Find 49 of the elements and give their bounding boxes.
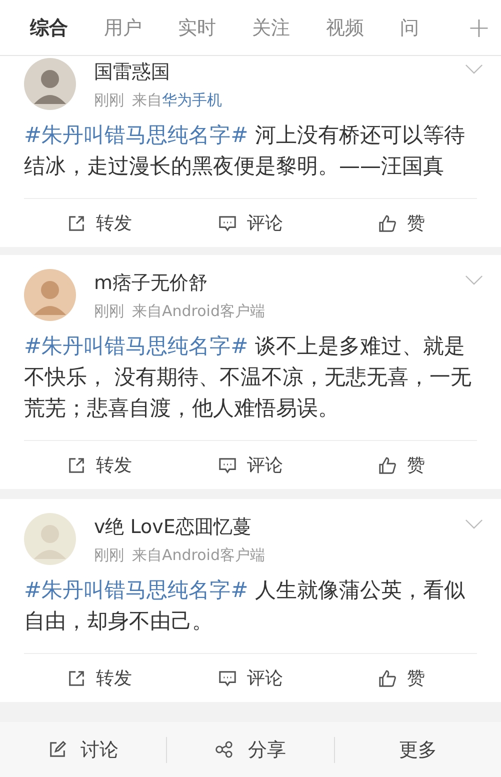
post-time: 刚刚 [94,546,124,564]
post-action-button[interactable]: 转发 [24,211,175,235]
source-text: Android客户端 [162,546,265,564]
bottom-bar-button[interactable]: 讨论 [0,736,166,762]
thumbs-up-icon [378,456,397,474]
post-text: #朱丹叫错马思纯名字# 人生就像蒲公英，看似自由，却身不由己。 [24,577,466,635]
user-name[interactable]: m痞子无价舒 [94,270,489,296]
source-label: 来自 [132,302,162,320]
share-icon [67,456,86,474]
post-action-button[interactable]: 评论 [175,453,326,477]
search-tab[interactable]: 问 [400,6,419,48]
share-icon [67,214,86,232]
post-text: #朱丹叫错马思纯名字# 谈不上是多难过、就是不快乐， 没有期待、不温不凉，无悲无喜，一无荒芜；悲喜自渡，他人难悟易误。 [24,333,473,422]
edit-icon [48,740,67,759]
chevron-down-icon[interactable] [465,64,483,75]
search-tab[interactable]: 综合 [30,6,68,48]
source-text: Android客户端 [162,302,265,320]
source-label: 来自 [132,90,162,110]
post-action-button[interactable]: 赞 [326,211,477,235]
user-name[interactable]: 国雷惑国 [94,58,489,84]
thumbs-up-icon [378,668,397,688]
post-action-button[interactable]: 转发 [24,453,175,477]
avatar[interactable] [24,269,76,321]
search-tab[interactable]: 视频 [326,6,364,48]
post-action-button[interactable]: 转发 [24,666,175,690]
comment-icon [218,668,237,688]
post-action-button[interactable]: 赞 [326,666,477,690]
post-action-button[interactable]: 评论 [175,666,326,690]
search-tab[interactable]: 关注 [252,6,290,48]
share-nodes-icon [214,740,234,759]
post-time: 刚刚 [94,302,124,320]
search-tab[interactable]: 用户 [104,6,142,48]
share-icon [67,668,86,688]
bottom-bar-button[interactable]: 分享 [167,736,334,762]
chevron-down-icon[interactable] [465,519,483,530]
bottom-bar-button[interactable]: 更多 [334,736,501,762]
source-label: 来自 [132,546,162,564]
post-time: 刚刚 [94,90,124,110]
chevron-down-icon[interactable] [465,275,483,286]
thumbs-up-icon [378,214,397,232]
comment-icon [218,456,237,474]
source-link[interactable]: 华为手机 [162,90,222,110]
post-text: #朱丹叫错马思纯名字# 河上没有桥还可以等待结冰，走过漫长的黑夜便是黎明。——汪国真 [24,122,466,180]
post-action-button[interactable]: 评论 [175,211,326,235]
post-action-button[interactable]: 赞 [326,453,477,477]
avatar[interactable] [24,58,76,110]
comment-icon [218,214,237,232]
search-tab[interactable]: 实时 [178,6,216,48]
user-name[interactable]: v绝 LovE恋囬忆蔓 [94,514,489,540]
